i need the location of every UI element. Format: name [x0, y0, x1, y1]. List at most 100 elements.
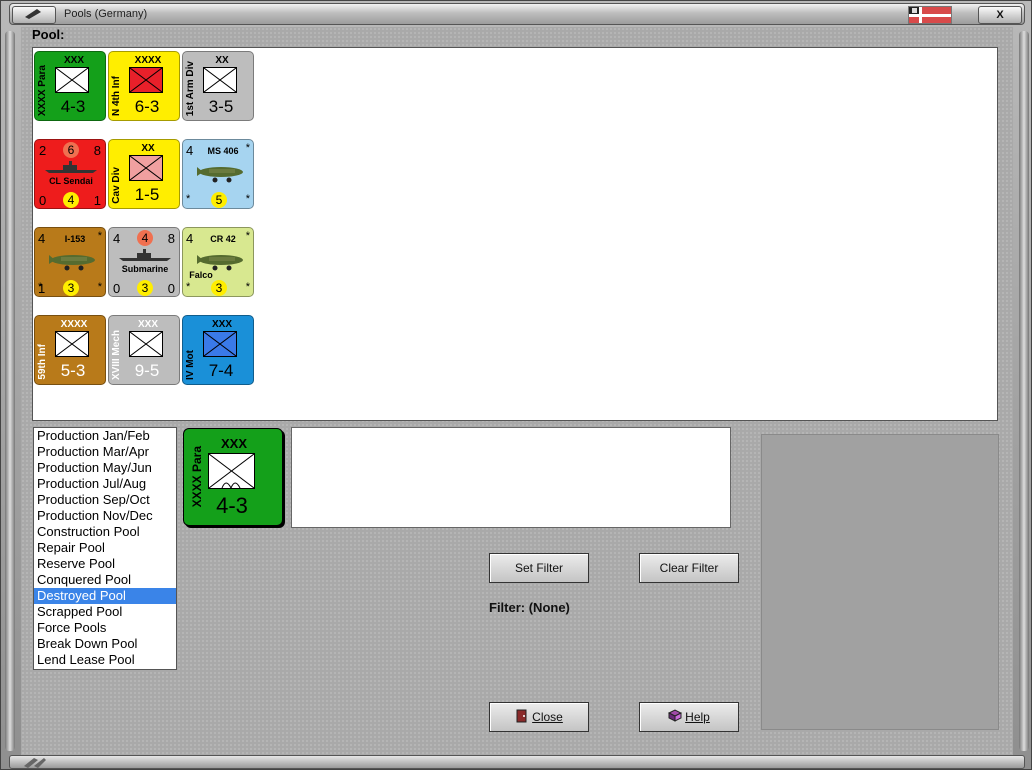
germany-flag-icon	[908, 6, 952, 24]
unit-counter[interactable]: Cav Div XX 1-5	[108, 139, 180, 209]
selected-unit-name: XXXX Para	[190, 445, 204, 507]
aircraft-icon	[191, 158, 249, 184]
close-window-button[interactable]: X	[978, 6, 1022, 24]
unit-counter[interactable]: XVIII Mech XXX 9-5	[108, 315, 180, 385]
unit-symbol-icon	[129, 331, 163, 357]
air-star: *	[245, 193, 250, 205]
pool-list-item[interactable]: Construction Pool	[34, 524, 176, 540]
unit-size: XXX	[137, 319, 158, 330]
ship-name: Submarine	[121, 264, 169, 274]
set-filter-button[interactable]: Set Filter	[489, 553, 589, 583]
pool-list-item[interactable]: Lend Lease Pool	[34, 652, 176, 668]
unit-strength: 3-5	[208, 97, 234, 116]
pool-label: Pool:	[32, 27, 65, 42]
ship-value: 8	[93, 143, 101, 158]
pool-list-item[interactable]: Destroyed Pool	[34, 588, 176, 604]
aircraft-name: MS 406	[207, 146, 239, 156]
unit-size: XXX	[63, 55, 84, 66]
aircraft-counter[interactable]: 4 * I-153 1 3 * *	[34, 227, 106, 297]
unit-name: 59th Inf	[37, 344, 48, 380]
close-label: Close	[532, 710, 563, 724]
air-star: *	[97, 281, 102, 293]
ship-counter[interactable]: 2 6 8 0 4 1 CL Sendai	[34, 139, 106, 209]
unit-name: N 4th Inf	[111, 76, 122, 116]
infantry-symbol-icon	[208, 453, 255, 489]
unit-name: 1st Arm Div	[185, 60, 196, 116]
close-icon: X	[996, 9, 1004, 21]
pool-list[interactable]: Production Jan/Feb Production Mar/Apr Prod…	[33, 427, 177, 670]
ship-value: 4	[63, 192, 79, 208]
clear-filter-button[interactable]: Clear Filter	[639, 553, 739, 583]
ship-value: 0	[39, 193, 47, 208]
air-star: *	[245, 281, 250, 293]
air-value: 3	[63, 280, 79, 296]
selected-unit-strength: 4-3	[216, 493, 248, 518]
minimize-icon	[25, 9, 41, 19]
minimize-button[interactable]	[12, 6, 56, 24]
unit-name: XVIII Mech	[111, 329, 122, 380]
help-button[interactable]: Help	[639, 702, 739, 732]
unit-symbol-icon	[203, 331, 237, 357]
aircraft-icon	[43, 246, 101, 272]
air-star: *	[186, 193, 191, 205]
right-rail	[1019, 31, 1029, 751]
clear-filter-label: Clear Filter	[659, 561, 719, 575]
pool-list-item[interactable]: Production Jul/Aug	[34, 476, 176, 492]
pool-list-item[interactable]: Force Pools	[34, 620, 176, 636]
pool-list-item[interactable]: Production Sep/Oct	[34, 492, 176, 508]
pool-list-item[interactable]: Scrapped Pool	[34, 604, 176, 620]
pool-list-item[interactable]: Production Nov/Dec	[34, 508, 176, 524]
status-bar	[9, 755, 1025, 769]
pool-list-item[interactable]: Production May/Jun	[34, 460, 176, 476]
unit-size: XX	[215, 55, 229, 66]
pool-list-item[interactable]: Production Mar/Apr	[34, 444, 176, 460]
ship-icon	[117, 248, 173, 262]
ship-counter[interactable]: 4 4 8 0 3 0 Submarine	[108, 227, 180, 297]
left-rail	[5, 31, 15, 751]
unit-symbol-icon	[129, 155, 163, 181]
ship-value: 6	[63, 142, 79, 158]
air-value: 5	[211, 192, 227, 208]
unit-size: XX	[141, 143, 155, 154]
pool-list-item[interactable]: Conquered Pool	[34, 572, 176, 588]
ship-value: 8	[167, 231, 175, 246]
unit-strength: 5-3	[60, 361, 86, 380]
ship-value: 0	[113, 281, 121, 296]
ship-value: 4	[113, 231, 121, 246]
window-title: Pools (Germany)	[64, 8, 148, 20]
unit-strength: 9-5	[134, 361, 160, 380]
pool-list-item[interactable]: Production Jan/Feb	[34, 428, 176, 444]
pool-list-item[interactable]: Break Down Pool	[34, 636, 176, 652]
unit-name: XXXX Para	[37, 64, 48, 116]
ship-icon	[43, 160, 99, 174]
resize-grip-icon[interactable]	[20, 756, 50, 768]
unit-counter[interactable]: 59th Inf XXXX 5-3	[34, 315, 106, 385]
ship-name: CL Sendai	[49, 176, 93, 186]
ship-value: 0	[167, 281, 175, 296]
ship-value: 3	[137, 280, 153, 296]
unit-symbol-icon	[203, 67, 237, 93]
aircraft-counter[interactable]: 4 * MS 406 5 * *	[182, 139, 254, 209]
aircraft-counter[interactable]: 4 * CR 42 Falco 3 * *	[182, 227, 254, 297]
air-star: *	[186, 281, 191, 293]
unit-name: Cav Div	[111, 167, 122, 204]
unit-size: XXX	[211, 319, 232, 330]
unit-counter[interactable]: IV Mot XXX 7-4	[182, 315, 254, 385]
pool-list-item[interactable]: Repair Pool	[34, 540, 176, 556]
aircraft-icon	[191, 246, 249, 272]
ship-value: 4	[137, 230, 153, 246]
unit-counter[interactable]: XXXX Para XXX 4-3	[34, 51, 106, 121]
unit-strength: 4-3	[60, 97, 86, 116]
ship-value: 2	[39, 143, 47, 158]
unit-counter[interactable]: N 4th Inf XXXX 6-3	[108, 51, 180, 121]
unit-counter[interactable]: 1st Arm Div XX 3-5	[182, 51, 254, 121]
aircraft-name: I-153	[64, 234, 86, 244]
book-icon	[668, 709, 683, 722]
unit-name: IV Mot	[185, 350, 196, 380]
title-bar[interactable]: Pools (Germany) X	[9, 3, 1025, 25]
unit-symbol-icon	[129, 67, 163, 93]
pool-list-item[interactable]: Reserve Pool	[34, 556, 176, 572]
close-button[interactable]: Close	[489, 702, 589, 732]
set-filter-label: Set Filter	[514, 561, 563, 575]
ship-value: 1	[93, 193, 101, 208]
